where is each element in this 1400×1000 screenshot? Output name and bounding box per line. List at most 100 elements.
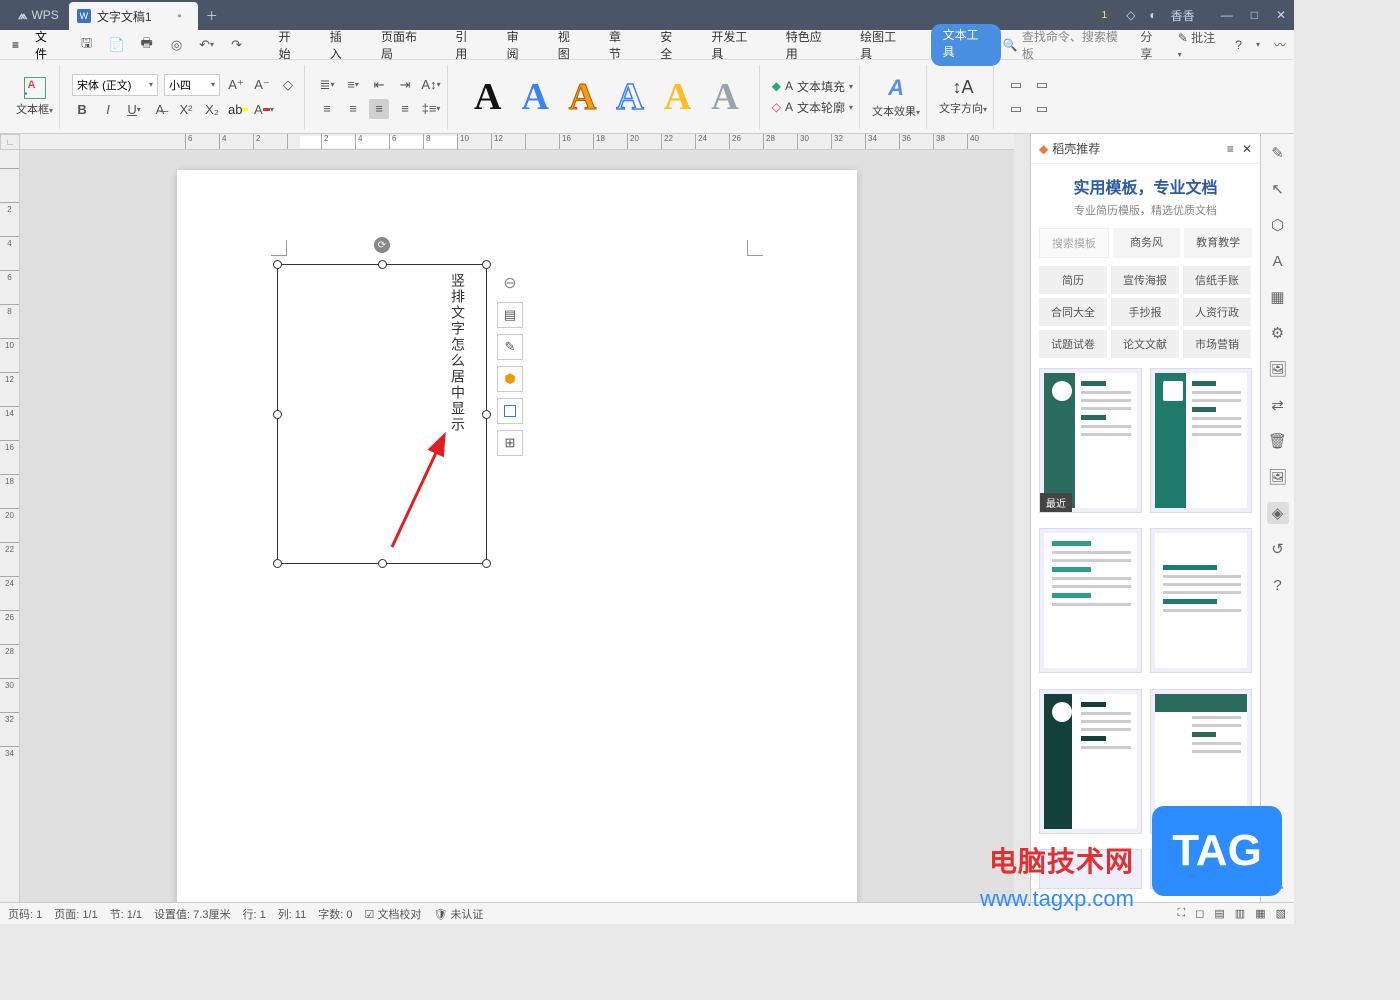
file-menu[interactable]: 文件 (25, 26, 69, 64)
view-read-icon[interactable]: ▤ (1214, 907, 1224, 920)
tab-insert[interactable]: 插入 (326, 24, 357, 66)
view-focus-icon[interactable]: ◻ (1195, 907, 1204, 920)
strip-active-icon[interactable]: ◈ (1267, 502, 1289, 524)
print-preview-icon[interactable]: 📄 (107, 35, 127, 55)
close-button[interactable]: ✕ (1276, 8, 1286, 22)
cat-resume[interactable]: 简历 (1039, 266, 1107, 294)
wordart-style-1[interactable]: A (474, 75, 501, 119)
float-edit-icon[interactable]: ✎ (497, 334, 523, 360)
undo-icon[interactable]: ↶▾ (197, 35, 217, 55)
template-thumb[interactable] (1150, 368, 1253, 513)
resize-handle[interactable] (273, 260, 282, 269)
tab-special[interactable]: 特色应用 (782, 24, 836, 66)
text-effects-button[interactable]: A 文本效果▾ (872, 75, 920, 119)
strip-text-icon[interactable]: A (1267, 250, 1289, 272)
rotate-handle[interactable]: ⟳ (374, 237, 390, 253)
panel-menu-icon[interactable]: ≡ (1227, 142, 1234, 156)
template-thumb[interactable] (1039, 528, 1142, 673)
resize-handle[interactable] (378, 260, 387, 269)
tab-layout[interactable]: 页面布局 (377, 24, 431, 66)
status-proof[interactable]: ☑ 文档校对 (364, 906, 421, 922)
tab-texttools[interactable]: 文本工具 (931, 24, 1001, 66)
text-direction-button[interactable]: ↕A 文字方向▾ (939, 77, 987, 116)
tab-section[interactable]: 章节 (605, 24, 636, 66)
resize-handle[interactable] (273, 559, 282, 568)
tab-review[interactable]: 审阅 (503, 24, 534, 66)
new-tab-button[interactable]: ＋ (198, 0, 226, 30)
print-direct-icon[interactable]: ◎ (167, 35, 187, 55)
misc-opt2-icon[interactable]: ▭ (1032, 75, 1052, 95)
strip-select-icon[interactable]: ↖ (1267, 178, 1289, 200)
notification-badge[interactable]: 1 (1097, 9, 1113, 22)
username-label[interactable]: 香香 (1171, 7, 1195, 24)
wordart-style-3[interactable]: A (569, 75, 596, 119)
resize-handle[interactable] (482, 260, 491, 269)
font-size-select[interactable]: 小四▾ (164, 74, 220, 96)
strip-table-icon[interactable]: ▦ (1267, 286, 1289, 308)
template-thumb[interactable]: 最近 (1039, 368, 1142, 513)
horizontal-ruler[interactable]: 6422468101216182022242628303234363840 (20, 134, 1014, 150)
template-search-input[interactable]: 搜索模板 (1039, 228, 1109, 258)
wordart-style-4[interactable]: A (616, 75, 643, 119)
tab-devtools[interactable]: 开发工具 (707, 24, 761, 66)
strip-help-icon[interactable]: ? (1267, 574, 1289, 596)
cat-paper[interactable]: 论文文献 (1111, 330, 1179, 358)
bullets-icon[interactable]: ≣▾ (317, 75, 337, 95)
shrink-font-icon[interactable]: A⁻ (252, 75, 272, 95)
resize-handle[interactable] (482, 410, 491, 419)
cat-contract[interactable]: 合同大全 (1039, 298, 1107, 326)
skins-icon[interactable]: ◇ (1126, 8, 1135, 22)
font-color-icon[interactable]: A▾ (254, 100, 274, 120)
strip-gallery-icon[interactable]: 🖼 (1267, 358, 1289, 380)
status-words[interactable]: 字数: 0 (318, 906, 352, 922)
template-thumb[interactable] (1150, 528, 1253, 673)
highlight-icon[interactable]: ab (228, 100, 248, 120)
numbering-icon[interactable]: ≡▾ (343, 75, 363, 95)
strip-delete-icon[interactable]: 🗑 (1267, 430, 1289, 452)
grow-font-icon[interactable]: A⁺ (226, 75, 246, 95)
strip-settings-icon[interactable]: ⚙ (1267, 322, 1289, 344)
cat-handcopy[interactable]: 手抄报 (1111, 298, 1179, 326)
resize-handle[interactable] (378, 559, 387, 568)
selected-textbox[interactable]: ⟳ 竖排文字怎么居中显示 (277, 264, 487, 564)
change-case-icon[interactable]: A↕▾ (421, 75, 441, 95)
tab-security[interactable]: 安全 (656, 24, 687, 66)
strike-icon[interactable]: A̶ (150, 100, 170, 120)
align-center-icon[interactable]: ≡ (343, 99, 363, 119)
underline-icon[interactable]: U▾ (124, 100, 144, 120)
print-icon[interactable]: 🖶 (137, 35, 157, 55)
indent-dec-icon[interactable]: ⇤ (369, 75, 389, 95)
clear-format-icon[interactable]: ◇ (278, 75, 298, 95)
strip-history-icon[interactable]: ↺ (1267, 538, 1289, 560)
strip-edit-icon[interactable]: ✎ (1267, 142, 1289, 164)
line-spacing-icon[interactable]: ‡≡▾ (421, 99, 441, 119)
align-justify-icon[interactable]: ≡ (395, 99, 415, 119)
view-fullscreen-icon[interactable]: ⛶ (1178, 907, 1186, 920)
float-more-icon[interactable]: ⊞ (497, 430, 523, 456)
command-search[interactable]: 🔍 查找命令、搜索模板 (1003, 28, 1126, 62)
tab-view[interactable]: 视图 (554, 24, 585, 66)
cat-exam[interactable]: 试题试卷 (1039, 330, 1107, 358)
vertical-text[interactable]: 竖排文字怎么居中显示 (448, 273, 468, 433)
help-icon[interactable]: ? (1235, 38, 1242, 52)
float-fill-icon[interactable]: ⬢ (497, 366, 523, 392)
redo-icon[interactable]: ↷ (227, 35, 247, 55)
italic-icon[interactable]: I (98, 100, 118, 120)
tab-start[interactable]: 开始 (275, 24, 306, 66)
strip-shape-icon[interactable]: ⬡ (1267, 214, 1289, 236)
wordart-style-6[interactable]: A (711, 75, 738, 119)
filter-tab-business[interactable]: 商务风 (1113, 228, 1181, 258)
doc-tab[interactable]: W 文字文稿1 • (69, 2, 198, 30)
hamburger-icon[interactable]: ≡ (8, 34, 23, 56)
save-icon[interactable]: 🖫 (77, 35, 97, 55)
subscript-icon[interactable]: X₂ (202, 100, 222, 120)
align-right-icon[interactable]: ≡ (369, 99, 389, 119)
document-canvas[interactable]: ⟳ 竖排文字怎么居中显示 ⊖ ▤ ✎ ⬢ ⊞ (20, 150, 1014, 902)
strip-image-icon[interactable]: 🖼 (1267, 466, 1289, 488)
strip-swap-icon[interactable]: ⇄ (1267, 394, 1289, 416)
annotate-button[interactable]: ✎ 批注 ▾ (1178, 29, 1222, 60)
template-thumb[interactable] (1039, 689, 1142, 834)
text-fill-button[interactable]: ◆A 文本填充▾ (772, 78, 853, 95)
user-avatar-icon[interactable]: ◐ (1149, 8, 1156, 22)
float-wrap-icon[interactable]: ▤ (497, 302, 523, 328)
